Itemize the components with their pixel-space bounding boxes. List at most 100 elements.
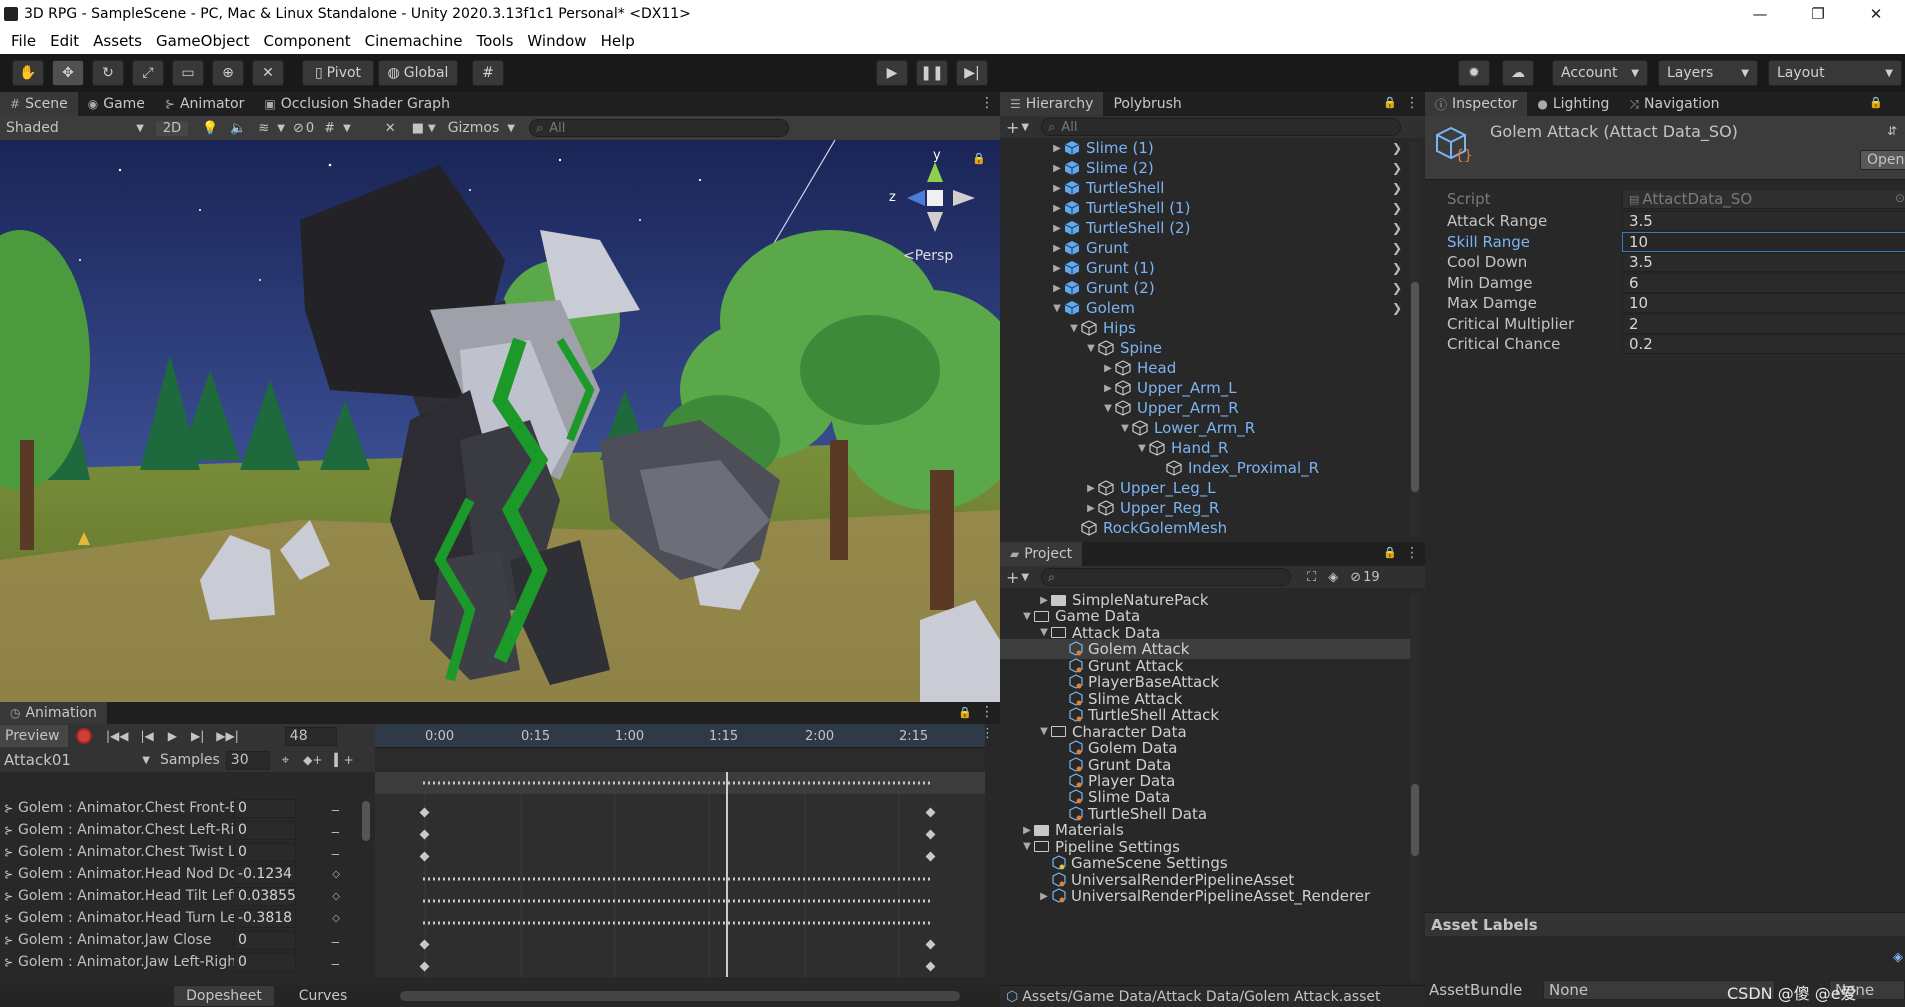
menu-gameobject[interactable]: GameObject	[149, 32, 257, 50]
prev-key-icon[interactable]: |◀	[141, 729, 154, 743]
move-tool-icon[interactable]: ✥	[52, 60, 84, 86]
collapse-arrow-icon[interactable]: ▶	[1050, 203, 1064, 214]
table-row[interactable]: ⊱ Golem : Animator.Chest Left-Right 0 ⚊	[0, 819, 368, 841]
chevron-right-icon[interactable]: ❯	[1392, 241, 1402, 255]
hierarchy-item[interactable]: RockGolemMesh	[1067, 518, 1410, 536]
chevron-down-icon[interactable]: ▼	[428, 123, 436, 134]
step-button[interactable]: ▶|	[956, 60, 988, 86]
menu-cinemachine[interactable]: Cinemachine	[358, 32, 470, 50]
menu-window[interactable]: Window	[520, 32, 593, 50]
add-icon[interactable]: +	[1006, 568, 1019, 587]
hierarchy-item[interactable]: ▼ Hips	[1067, 318, 1410, 338]
scrollbar-thumb[interactable]	[1411, 282, 1419, 492]
menu-edit[interactable]: Edit	[43, 32, 86, 50]
lighting-icon[interactable]: 💡	[202, 121, 218, 136]
lock-icon[interactable]: 🔒	[1383, 546, 1397, 559]
menu-component[interactable]: Component	[257, 32, 358, 50]
collapse-arrow-icon[interactable]: ▶	[1050, 183, 1064, 194]
settings-icon[interactable]: ⇵	[1887, 124, 1897, 138]
tab-occlusion-shader-graph[interactable]: ▣ Occlusion Shader Graph	[254, 92, 460, 116]
chevron-right-icon[interactable]: ❯	[1392, 181, 1402, 195]
expand-arrow-icon[interactable]: ▼	[1037, 726, 1051, 737]
lock-icon[interactable]: 🔒	[958, 706, 972, 719]
open-button[interactable]: Open	[1860, 150, 1905, 170]
hierarchy-item[interactable]: ▶ Grunt (1) ❯	[1050, 258, 1410, 278]
collapse-arrow-icon[interactable]: ▶	[1084, 503, 1098, 514]
chevron-right-icon[interactable]: ❯	[1392, 261, 1402, 275]
key-menu-icon[interactable]: ⚊	[331, 825, 340, 836]
hierarchy-item[interactable]: ▼ Spine	[1084, 338, 1410, 358]
collapse-arrow-icon[interactable]: ▶	[1050, 243, 1064, 254]
project-search-input[interactable]: ⌕	[1041, 568, 1292, 586]
collapse-arrow-icon[interactable]: ▶	[1050, 283, 1064, 294]
tab-lighting[interactable]: ● Lighting	[1527, 92, 1619, 116]
table-row[interactable]: ⊱ Golem : Animator.Jaw Close 0 ⚊	[0, 929, 368, 951]
chevron-down-icon[interactable]: ▼	[1021, 122, 1029, 133]
property-value[interactable]: 0	[234, 930, 296, 950]
hierarchy-item[interactable]: ▶ TurtleShell ❯	[1050, 178, 1410, 198]
hierarchy-item[interactable]: ▶ Grunt (2) ❯	[1050, 278, 1410, 298]
hierarchy-item[interactable]: ▶ TurtleShell (1) ❯	[1050, 198, 1410, 218]
expand-arrow-icon[interactable]: ▼	[1101, 403, 1115, 414]
table-row[interactable]: ⊱ Golem : Animator.Chest Twist Left-Right…	[0, 841, 368, 863]
more-options-icon[interactable]: ⋮	[980, 704, 994, 720]
account-dropdown[interactable]: Account ▼	[1552, 60, 1648, 86]
hierarchy-item[interactable]: ▶ Grunt ❯	[1050, 238, 1410, 258]
mode-2d-toggle[interactable]: 2D	[156, 120, 188, 136]
clip-dropdown[interactable]: Attack01 ▼	[0, 750, 154, 770]
tab-game[interactable]: ◉ Game	[78, 92, 155, 116]
field-input[interactable]: 2	[1622, 313, 1905, 334]
chevron-right-icon[interactable]: ❯	[1392, 141, 1402, 155]
camera-icon[interactable]: ■	[412, 121, 424, 136]
expand-arrow-icon[interactable]: ▼	[1020, 841, 1034, 852]
tab-polybrush[interactable]: Polybrush	[1103, 92, 1191, 116]
more-options-icon[interactable]: ⋮	[980, 95, 994, 111]
tab-hierarchy[interactable]: ☰ Hierarchy	[1000, 92, 1104, 116]
field-input[interactable]: 0.2	[1622, 334, 1905, 354]
scale-tool-icon[interactable]: ⤢	[132, 60, 164, 86]
collapse-arrow-icon[interactable]: ▶	[1037, 891, 1051, 902]
shading-mode-dropdown[interactable]: Shaded ▼	[0, 118, 150, 138]
next-key-icon[interactable]: ▶|	[191, 729, 204, 743]
custom-tool-icon[interactable]: ✕	[252, 60, 284, 86]
property-scrollbar[interactable]	[362, 801, 370, 841]
key-menu-icon[interactable]: ⚊	[331, 803, 340, 814]
hierarchy-item[interactable]: ▶ TurtleShell (2) ❯	[1050, 218, 1410, 238]
menu-help[interactable]: Help	[594, 32, 642, 50]
key-menu-icon[interactable]: ⚊	[331, 957, 340, 968]
layout-dropdown[interactable]: Layout ▼	[1768, 60, 1902, 86]
property-value[interactable]: 0.03855	[234, 886, 296, 906]
hierarchy-item[interactable]: ▶ Slime (2) ❯	[1050, 158, 1410, 178]
hierarchy-scrollbar[interactable]	[1410, 142, 1420, 536]
visibility-icon[interactable]: ⊘	[1350, 570, 1361, 585]
frame-field[interactable]: 48	[284, 726, 337, 746]
expand-arrow-icon[interactable]: ▼	[1135, 443, 1149, 454]
tab-inspector[interactable]: ⓘ Inspector	[1425, 92, 1528, 116]
chevron-right-icon[interactable]: ❯	[1392, 161, 1402, 175]
key-menu-icon[interactable]: ◇	[332, 891, 340, 902]
expand-arrow-icon[interactable]: ▼	[1037, 627, 1051, 638]
table-row[interactable]: ⊱ Golem : Animator.Head Tilt Left-Right0.…	[0, 885, 368, 907]
asset-labels-header[interactable]: Asset Labels	[1425, 912, 1905, 936]
expand-arrow-icon[interactable]: ▼	[1050, 303, 1064, 314]
more-options-icon[interactable]: ⋮	[1405, 95, 1419, 111]
property-value[interactable]: 0	[234, 798, 296, 818]
field-input[interactable]: 3.5	[1622, 252, 1905, 272]
collapse-arrow-icon[interactable]: ▶	[1101, 363, 1115, 374]
key-menu-icon[interactable]: ◇	[332, 869, 340, 880]
project-item[interactable]: ▶ UniversalRenderPipelineAsset_Renderer	[1000, 886, 1410, 906]
layers-dropdown[interactable]: Layers ▼	[1658, 60, 1758, 86]
preview-toggle[interactable]: Preview	[0, 725, 68, 747]
project-scrollbar[interactable]	[1410, 594, 1420, 982]
table-row[interactable]: ⊱ Golem : Animator.Jaw Left-Right 0 ⚊	[0, 951, 368, 973]
collapse-arrow-icon[interactable]: ▶	[1050, 143, 1064, 154]
table-row[interactable]: ⊱ Golem : Animator.Head Nod Down-Up-0.123…	[0, 863, 368, 885]
chevron-right-icon[interactable]: ❯	[1392, 301, 1402, 315]
collapse-arrow-icon[interactable]: ▶	[1050, 163, 1064, 174]
lock-icon[interactable]: 🔒	[1383, 96, 1397, 109]
filter-type-icon[interactable]: ⛶	[1307, 570, 1316, 585]
pivot-toggle[interactable]: ▯ Pivot	[302, 60, 374, 86]
pause-button[interactable]: ❚❚	[916, 60, 948, 86]
expand-arrow-icon[interactable]: ▼	[1118, 423, 1132, 434]
more-options-icon[interactable]: ⋮	[1405, 545, 1419, 561]
